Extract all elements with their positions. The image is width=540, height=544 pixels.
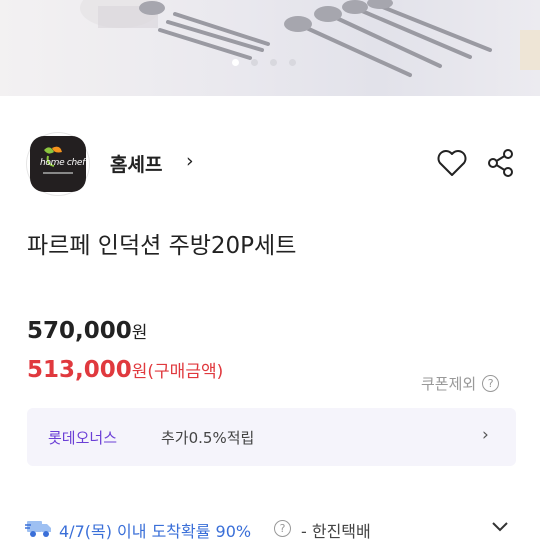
truck-icon: [25, 521, 51, 537]
benefit-name: 롯데오너스: [48, 429, 118, 447]
sale-price-value: 513,000: [27, 357, 132, 383]
coupon-excluded-info[interactable]: 쿠폰제외 ?: [421, 373, 500, 394]
product-image-carousel[interactable]: [0, 0, 540, 96]
cutlery-photo: [80, 0, 540, 77]
delivery-estimate: 4/7(목) 이내 도착확률 90%: [59, 522, 252, 541]
brand-logo-text: home chef: [40, 158, 86, 168]
brand-name-link[interactable]: 홈셰프: [110, 150, 162, 177]
brand-row: home chef 홈셰프 ›: [0, 126, 540, 198]
share-button[interactable]: [487, 148, 515, 178]
chevron-right-icon: ›: [482, 425, 489, 445]
sale-price-unit: 원(구매금액): [131, 362, 224, 382]
brand-logo-image: home chef: [30, 136, 86, 192]
brand-logo[interactable]: home chef: [27, 133, 89, 195]
original-price: 570,000원: [27, 318, 147, 344]
sale-price: 513,000원(구매금액): [27, 357, 223, 383]
wishlist-button[interactable]: [436, 148, 468, 178]
heart-icon: [437, 150, 467, 176]
original-price-unit: 원: [131, 323, 148, 343]
carousel-dot[interactable]: [270, 59, 277, 66]
delivery-carrier: - 한진택배: [301, 522, 371, 541]
coupon-label: 쿠폰제외: [421, 375, 477, 393]
benefit-banner[interactable]: 롯데오너스 추가0.5%적립 ›: [27, 408, 516, 466]
carousel-dot[interactable]: [232, 59, 239, 66]
help-icon[interactable]: ?: [482, 375, 500, 392]
share-icon: [488, 149, 513, 177]
product-title: 파르페 인덕션 주방20P세트: [27, 233, 297, 259]
carousel-dot[interactable]: [289, 59, 296, 66]
carousel-dot[interactable]: [251, 59, 258, 66]
chevron-down-icon[interactable]: [489, 516, 511, 538]
chevron-right-icon: ›: [186, 150, 194, 172]
benefit-description: 추가0.5%적립: [161, 429, 255, 447]
brand-logo-underline: [43, 172, 73, 174]
help-icon[interactable]: ?: [274, 520, 291, 537]
original-price-value: 570,000: [27, 318, 132, 344]
carousel-indicators: [232, 59, 296, 66]
